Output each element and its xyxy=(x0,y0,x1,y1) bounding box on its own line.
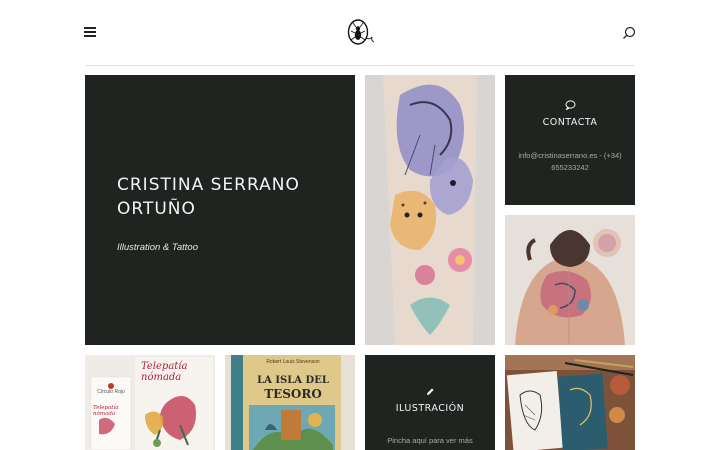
tattoo-forearm-image[interactable] xyxy=(365,75,495,345)
contact-title: CONTACTA xyxy=(542,117,598,128)
contact-card[interactable]: CONTACTA info@cristinaserrano.es - (+34)… xyxy=(505,75,635,205)
speech-bubble-icon xyxy=(505,97,635,115)
header-divider xyxy=(85,65,635,66)
page-subtitle: Illustration & Tattoo xyxy=(117,242,198,253)
book-title-telepatia: Telepatía nómada xyxy=(141,361,188,383)
page-title: CRISTINA SERRANO ORTUÑO xyxy=(117,175,300,219)
book-title-isla-line1: LA ISLA DEL xyxy=(257,375,329,386)
contact-info[interactable]: info@cristinaserrano.es - (+34) 65523324… xyxy=(513,150,627,174)
book-publisher-circulo-rojo: Círculo Rojo xyxy=(97,389,125,395)
site-header xyxy=(0,0,720,66)
sketchbook-image[interactable] xyxy=(505,355,635,450)
book-title-isla-line2: TESORO xyxy=(264,387,322,401)
beetle-logo-icon[interactable] xyxy=(345,16,375,48)
book-author-stevenson: Robert Louis Stevenson xyxy=(266,359,320,365)
search-icon[interactable] xyxy=(621,25,637,41)
hero-tile: CRISTINA SERRANO ORTUÑO Illustration & T… xyxy=(85,75,355,345)
pencil-icon xyxy=(365,384,495,402)
tattoo-back-image[interactable] xyxy=(505,215,635,345)
book-isla-tesoro-image[interactable]: Robert Louis Stevenson LA ISLA DEL TESOR… xyxy=(225,355,355,450)
hamburger-menu-icon[interactable] xyxy=(84,27,96,38)
book-title-telepatia-small: Telepatía nómada xyxy=(93,405,119,417)
illustration-link[interactable]: Pincha aquí para ver más xyxy=(373,435,487,447)
book-telepatia-image[interactable]: Telepatía nómada Círculo Rojo Telepatía … xyxy=(85,355,215,450)
illustration-card[interactable]: ILUSTRACIÓN Pincha aquí para ver más xyxy=(365,355,495,450)
illustration-title: ILUSTRACIÓN xyxy=(395,403,465,414)
